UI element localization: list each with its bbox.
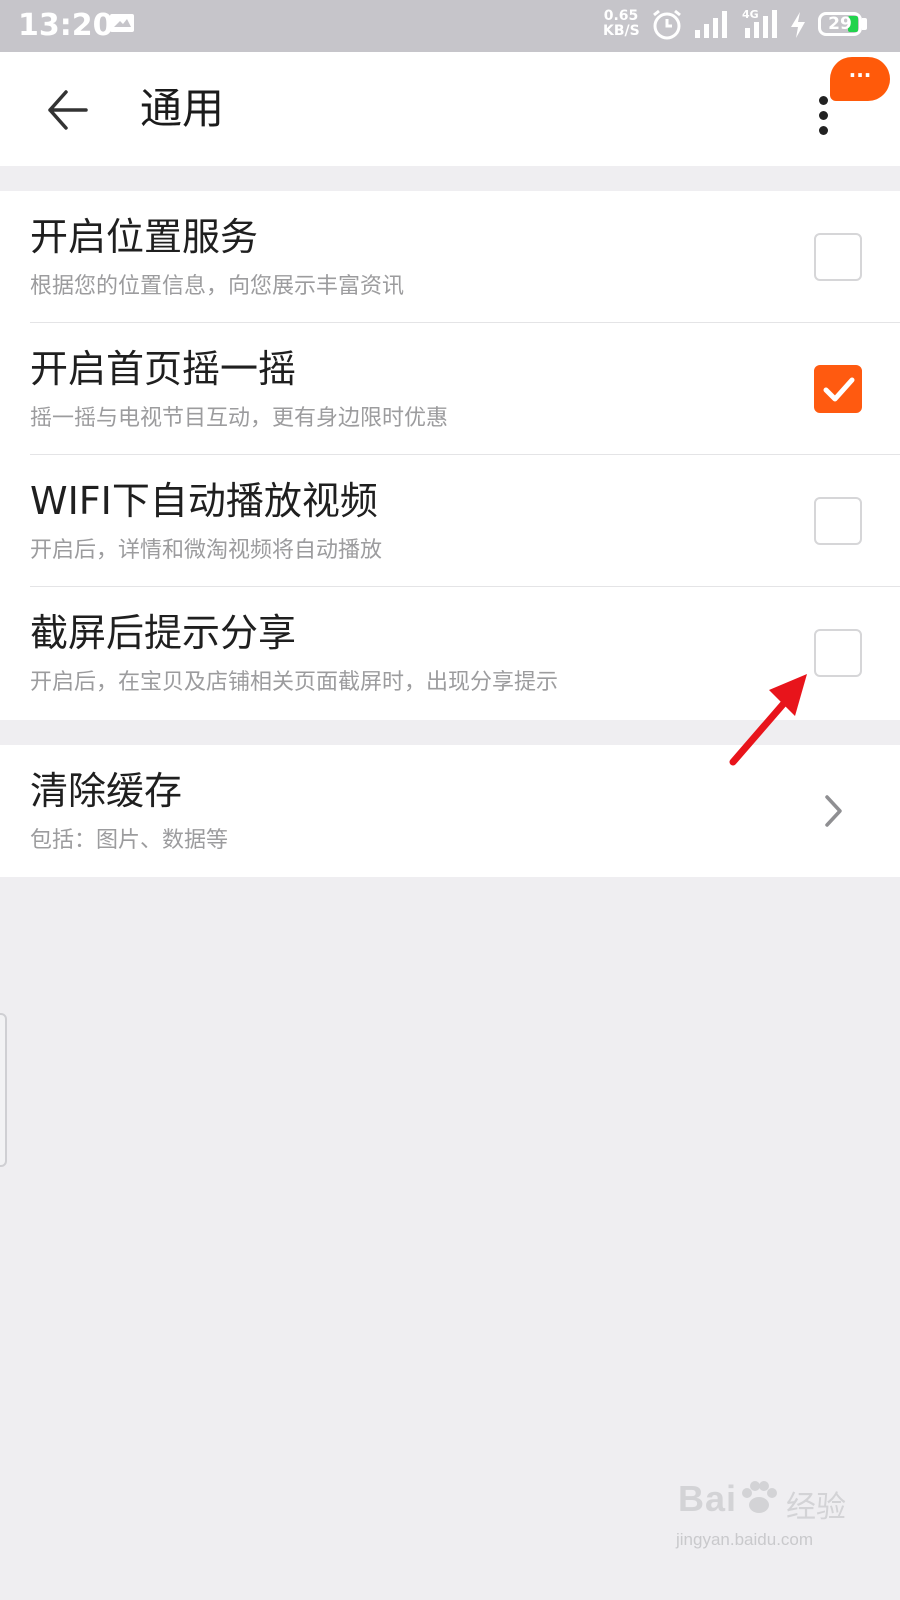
clear-cache-title: 清除缓存 xyxy=(30,769,183,813)
setting-subtitle: 根据您的位置信息，向您展示丰富资讯 xyxy=(30,274,405,299)
net-speed-value: 0.65 xyxy=(603,8,639,24)
home-shake-checkbox[interactable] xyxy=(814,365,862,413)
setting-subtitle: 开启后，在宝贝及店铺相关页面截屏时，出现分享提示 xyxy=(30,670,559,695)
battery-tip xyxy=(862,18,867,30)
side-edge-handle[interactable] xyxy=(0,1013,7,1167)
more-vertical-icon[interactable] xyxy=(812,96,836,136)
annotation-arrow-icon xyxy=(729,674,807,766)
signal-icon xyxy=(695,11,727,38)
location-service-checkbox[interactable] xyxy=(814,233,862,281)
settings-group: 开启位置服务 根据您的位置信息，向您展示丰富资讯 开启首页摇一摇 摇一摇与电视节… xyxy=(0,191,900,720)
clear-cache-subtitle: 包括：图片、数据等 xyxy=(30,828,229,853)
watermark-brand: Bai xyxy=(678,1478,781,1520)
watermark-brand-cn: 经验 xyxy=(786,1490,846,1525)
message-bubble-button[interactable]: ··· xyxy=(830,57,890,101)
screenshot-share-checkbox[interactable] xyxy=(814,629,862,677)
setting-title: 开启位置服务 xyxy=(30,215,259,259)
wifi-autoplay-checkbox[interactable] xyxy=(814,497,862,545)
watermark-brand-text: Bai xyxy=(678,1478,738,1519)
paw-icon xyxy=(737,1481,781,1515)
setting-subtitle: 开启后，详情和微淘视频将自动播放 xyxy=(30,538,383,563)
net-speed-unit: KB/S xyxy=(603,23,640,39)
battery-level: 29 xyxy=(828,14,852,34)
setting-subtitle: 摇一摇与电视节目互动，更有身边限时优惠 xyxy=(30,406,449,431)
net-speed: 0.65 KB/S xyxy=(603,8,640,39)
setting-location-service[interactable]: 开启位置服务 根据您的位置信息，向您展示丰富资讯 xyxy=(0,191,900,323)
back-arrow-icon[interactable] xyxy=(38,82,94,138)
setting-title: 开启首页摇一摇 xyxy=(30,347,297,391)
setting-title: WIFI下自动播放视频 xyxy=(30,479,378,523)
setting-title: 截屏后提示分享 xyxy=(30,611,297,655)
setting-home-shake[interactable]: 开启首页摇一摇 摇一摇与电视节目互动，更有身边限时优惠 xyxy=(0,323,900,455)
watermark-url: jingyan.baidu.com xyxy=(676,1530,814,1549)
network-type: 4G xyxy=(742,8,759,21)
setting-wifi-autoplay[interactable]: WIFI下自动播放视频 开启后，详情和微淘视频将自动播放 xyxy=(0,455,900,587)
checkmark-icon xyxy=(823,377,855,402)
chevron-right-icon xyxy=(825,795,842,827)
notification-icon xyxy=(110,14,134,32)
message-bubble-dots: ··· xyxy=(848,63,872,87)
page-title: 通用 xyxy=(140,84,225,133)
status-time: 13:20 xyxy=(18,8,114,43)
alarm-icon xyxy=(653,9,681,40)
battery-icon: 29 xyxy=(818,12,862,36)
app-header: 通用 xyxy=(0,52,900,166)
status-bar: 13:20 0.65 KB/S 4G 29 xyxy=(0,0,900,52)
charging-icon xyxy=(791,12,805,38)
